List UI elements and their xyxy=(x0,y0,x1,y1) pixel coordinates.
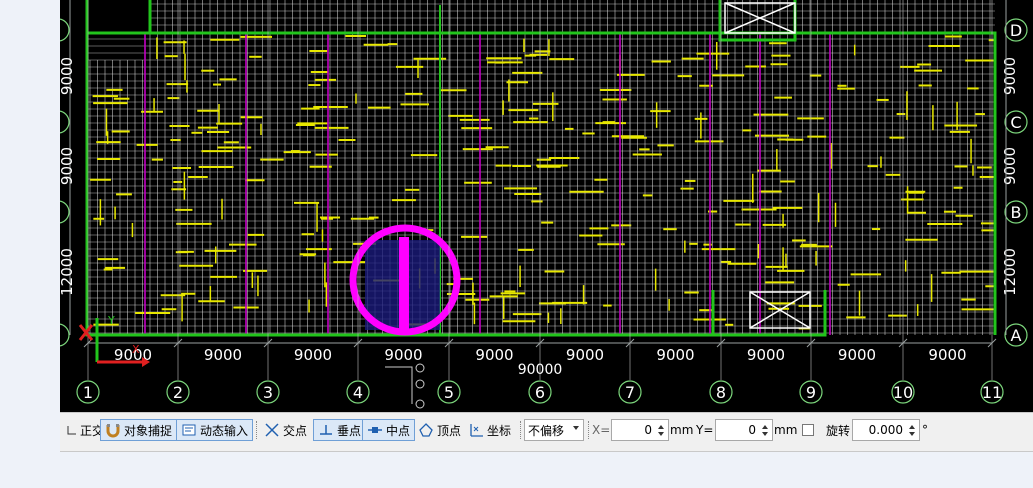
spin-down-icon[interactable] xyxy=(762,432,768,436)
left-dimension-text: 9000 xyxy=(60,57,76,95)
rotate-checkbox[interactable] xyxy=(802,424,814,436)
bottom-dimension-text: 9000 xyxy=(294,346,332,364)
offset-mode-value: 不偏移 xyxy=(528,423,565,438)
ucs-y-label: Y xyxy=(107,314,115,327)
coordinate-snap-toggle[interactable]: 坐标 xyxy=(464,419,515,441)
vertex-snap-toggle[interactable]: 顶点 xyxy=(414,419,465,441)
bottom-dimension-text: 9000 xyxy=(384,346,422,364)
axis-layer: 9000 9000 9000 9000 9000 9000 9000 9000 9000 9000… xyxy=(60,0,1028,404)
spin-up-icon[interactable] xyxy=(909,425,915,429)
bottom-dimension-text: 9000 xyxy=(656,346,694,364)
intersection-icon xyxy=(264,422,280,438)
axis-bubble-label: 10 xyxy=(893,383,913,402)
left-dimension-text: 12000 xyxy=(60,248,76,296)
bottom-dimension-text: 9000 xyxy=(838,346,876,364)
perpendicular-label: 垂点 xyxy=(337,423,362,438)
rotate-toggle[interactable]: 旋转 xyxy=(802,419,850,441)
axis-bubble-label: 4 xyxy=(353,383,363,402)
y-unit-text: mm xyxy=(774,423,798,437)
right-dimension-text: 9000 xyxy=(1001,57,1019,95)
y-offset-input[interactable]: 0 xyxy=(715,419,773,441)
row-bubble-label: B xyxy=(1011,203,1022,222)
vertex-label: 顶点 xyxy=(437,423,462,438)
x-offset-value: 0 xyxy=(644,423,652,437)
row-bubble-label: A xyxy=(1011,326,1022,345)
coordinate-axes-icon xyxy=(468,422,484,438)
spin-down-icon[interactable] xyxy=(909,432,915,436)
row-bubble-label: D xyxy=(1010,21,1022,40)
object-snap-label: 对象捕捉 xyxy=(124,423,173,438)
object-snap-toggle[interactable]: 对象捕捉 xyxy=(100,419,178,441)
x-unit-text: mm xyxy=(670,423,694,437)
x-label-text: X= xyxy=(592,423,611,437)
midpoint-snap-toggle[interactable]: 中点 xyxy=(362,419,416,441)
rotate-angle-value: 0.000 xyxy=(868,423,903,437)
left-dimension-text: 9000 xyxy=(60,147,76,185)
spin-down-icon[interactable] xyxy=(658,432,664,436)
axis-bubble-label: 8 xyxy=(716,383,726,402)
vertex-icon xyxy=(418,422,434,438)
axis-bubble-label: 6 xyxy=(535,383,545,402)
bottom-dimension-text: 9000 xyxy=(747,346,785,364)
bottom-dimension-text: 9000 xyxy=(204,346,242,364)
y-offset-label: Y= xyxy=(696,419,713,441)
cad-drawing-canvas[interactable]: 9000 9000 9000 9000 9000 9000 9000 9000 9000 9000… xyxy=(60,0,1033,412)
dynamic-input-toggle[interactable]: 动态输入 xyxy=(176,419,254,441)
bottom-dimension-text: 9000 xyxy=(928,346,966,364)
ortho-icon xyxy=(64,422,80,438)
rotate-angle-input[interactable]: 0.000 xyxy=(852,419,920,441)
separator xyxy=(588,421,589,439)
magnet-snap-icon xyxy=(105,422,121,438)
perpendicular-snap-toggle[interactable]: 垂点 xyxy=(313,419,367,441)
axis-bubble-label: 1 xyxy=(83,383,93,402)
chevron-down-icon xyxy=(573,426,579,430)
midpoint-label: 中点 xyxy=(386,423,411,438)
spin-up-icon[interactable] xyxy=(762,425,768,429)
axis-bubble-label: 7 xyxy=(625,383,635,402)
rotate-label: 旋转 xyxy=(826,423,851,438)
right-dimension-text: 12000 xyxy=(1001,248,1019,296)
degree-unit: ° xyxy=(922,419,928,441)
stair-box-right xyxy=(724,2,811,329)
floor-plan-drawing[interactable]: 9000 9000 9000 9000 9000 9000 9000 9000 9000 9000… xyxy=(60,0,1033,412)
row-bubble-label: C xyxy=(1010,113,1021,132)
bottom-dimension-text: 9000 xyxy=(475,346,513,364)
perpendicular-icon xyxy=(318,422,334,438)
dynamic-input-icon xyxy=(181,422,197,438)
midpoint-icon xyxy=(367,422,383,438)
axis-bubble-label: 9 xyxy=(806,383,816,402)
ucs-x-label: X xyxy=(132,343,140,356)
right-dimension-text: 9000 xyxy=(1001,147,1019,185)
y-unit: mm xyxy=(774,419,797,441)
separator xyxy=(256,421,257,439)
axis-bubble-label: 11 xyxy=(982,383,1002,402)
axis-bubble-label: 5 xyxy=(444,383,454,402)
status-bar: 正交 对象捕捉 动态输入 交点 垂点 中点 顶点 坐标 不偏移 X= 0 mm … xyxy=(60,412,1033,452)
dynamic-input-label: 动态输入 xyxy=(200,423,249,438)
beam-layer xyxy=(90,35,994,330)
x-unit: mm xyxy=(670,419,693,441)
separator xyxy=(520,421,521,439)
ortho-toggle[interactable]: 正交 xyxy=(64,419,104,441)
coordinate-label: 坐标 xyxy=(487,423,512,438)
offset-mode-dropdown[interactable]: 不偏移 xyxy=(524,419,584,441)
intersection-snap-toggle[interactable]: 交点 xyxy=(260,419,311,441)
y-label-text: Y= xyxy=(696,423,714,437)
y-offset-value: 0 xyxy=(748,423,756,437)
spin-up-icon[interactable] xyxy=(658,425,664,429)
selection-highlight-marker[interactable] xyxy=(349,224,461,336)
bottom-dimension-text: 9000 xyxy=(566,346,604,364)
intersection-label: 交点 xyxy=(283,423,308,438)
axis-bubble-label: 3 xyxy=(263,383,273,402)
annotation-circles xyxy=(385,363,425,409)
x-offset-input[interactable]: 0 xyxy=(611,419,669,441)
degree-symbol: ° xyxy=(922,423,928,437)
total-span-text: 90000 xyxy=(518,362,563,378)
x-offset-label: X= xyxy=(592,419,610,441)
axis-bubble-label: 2 xyxy=(173,383,183,402)
